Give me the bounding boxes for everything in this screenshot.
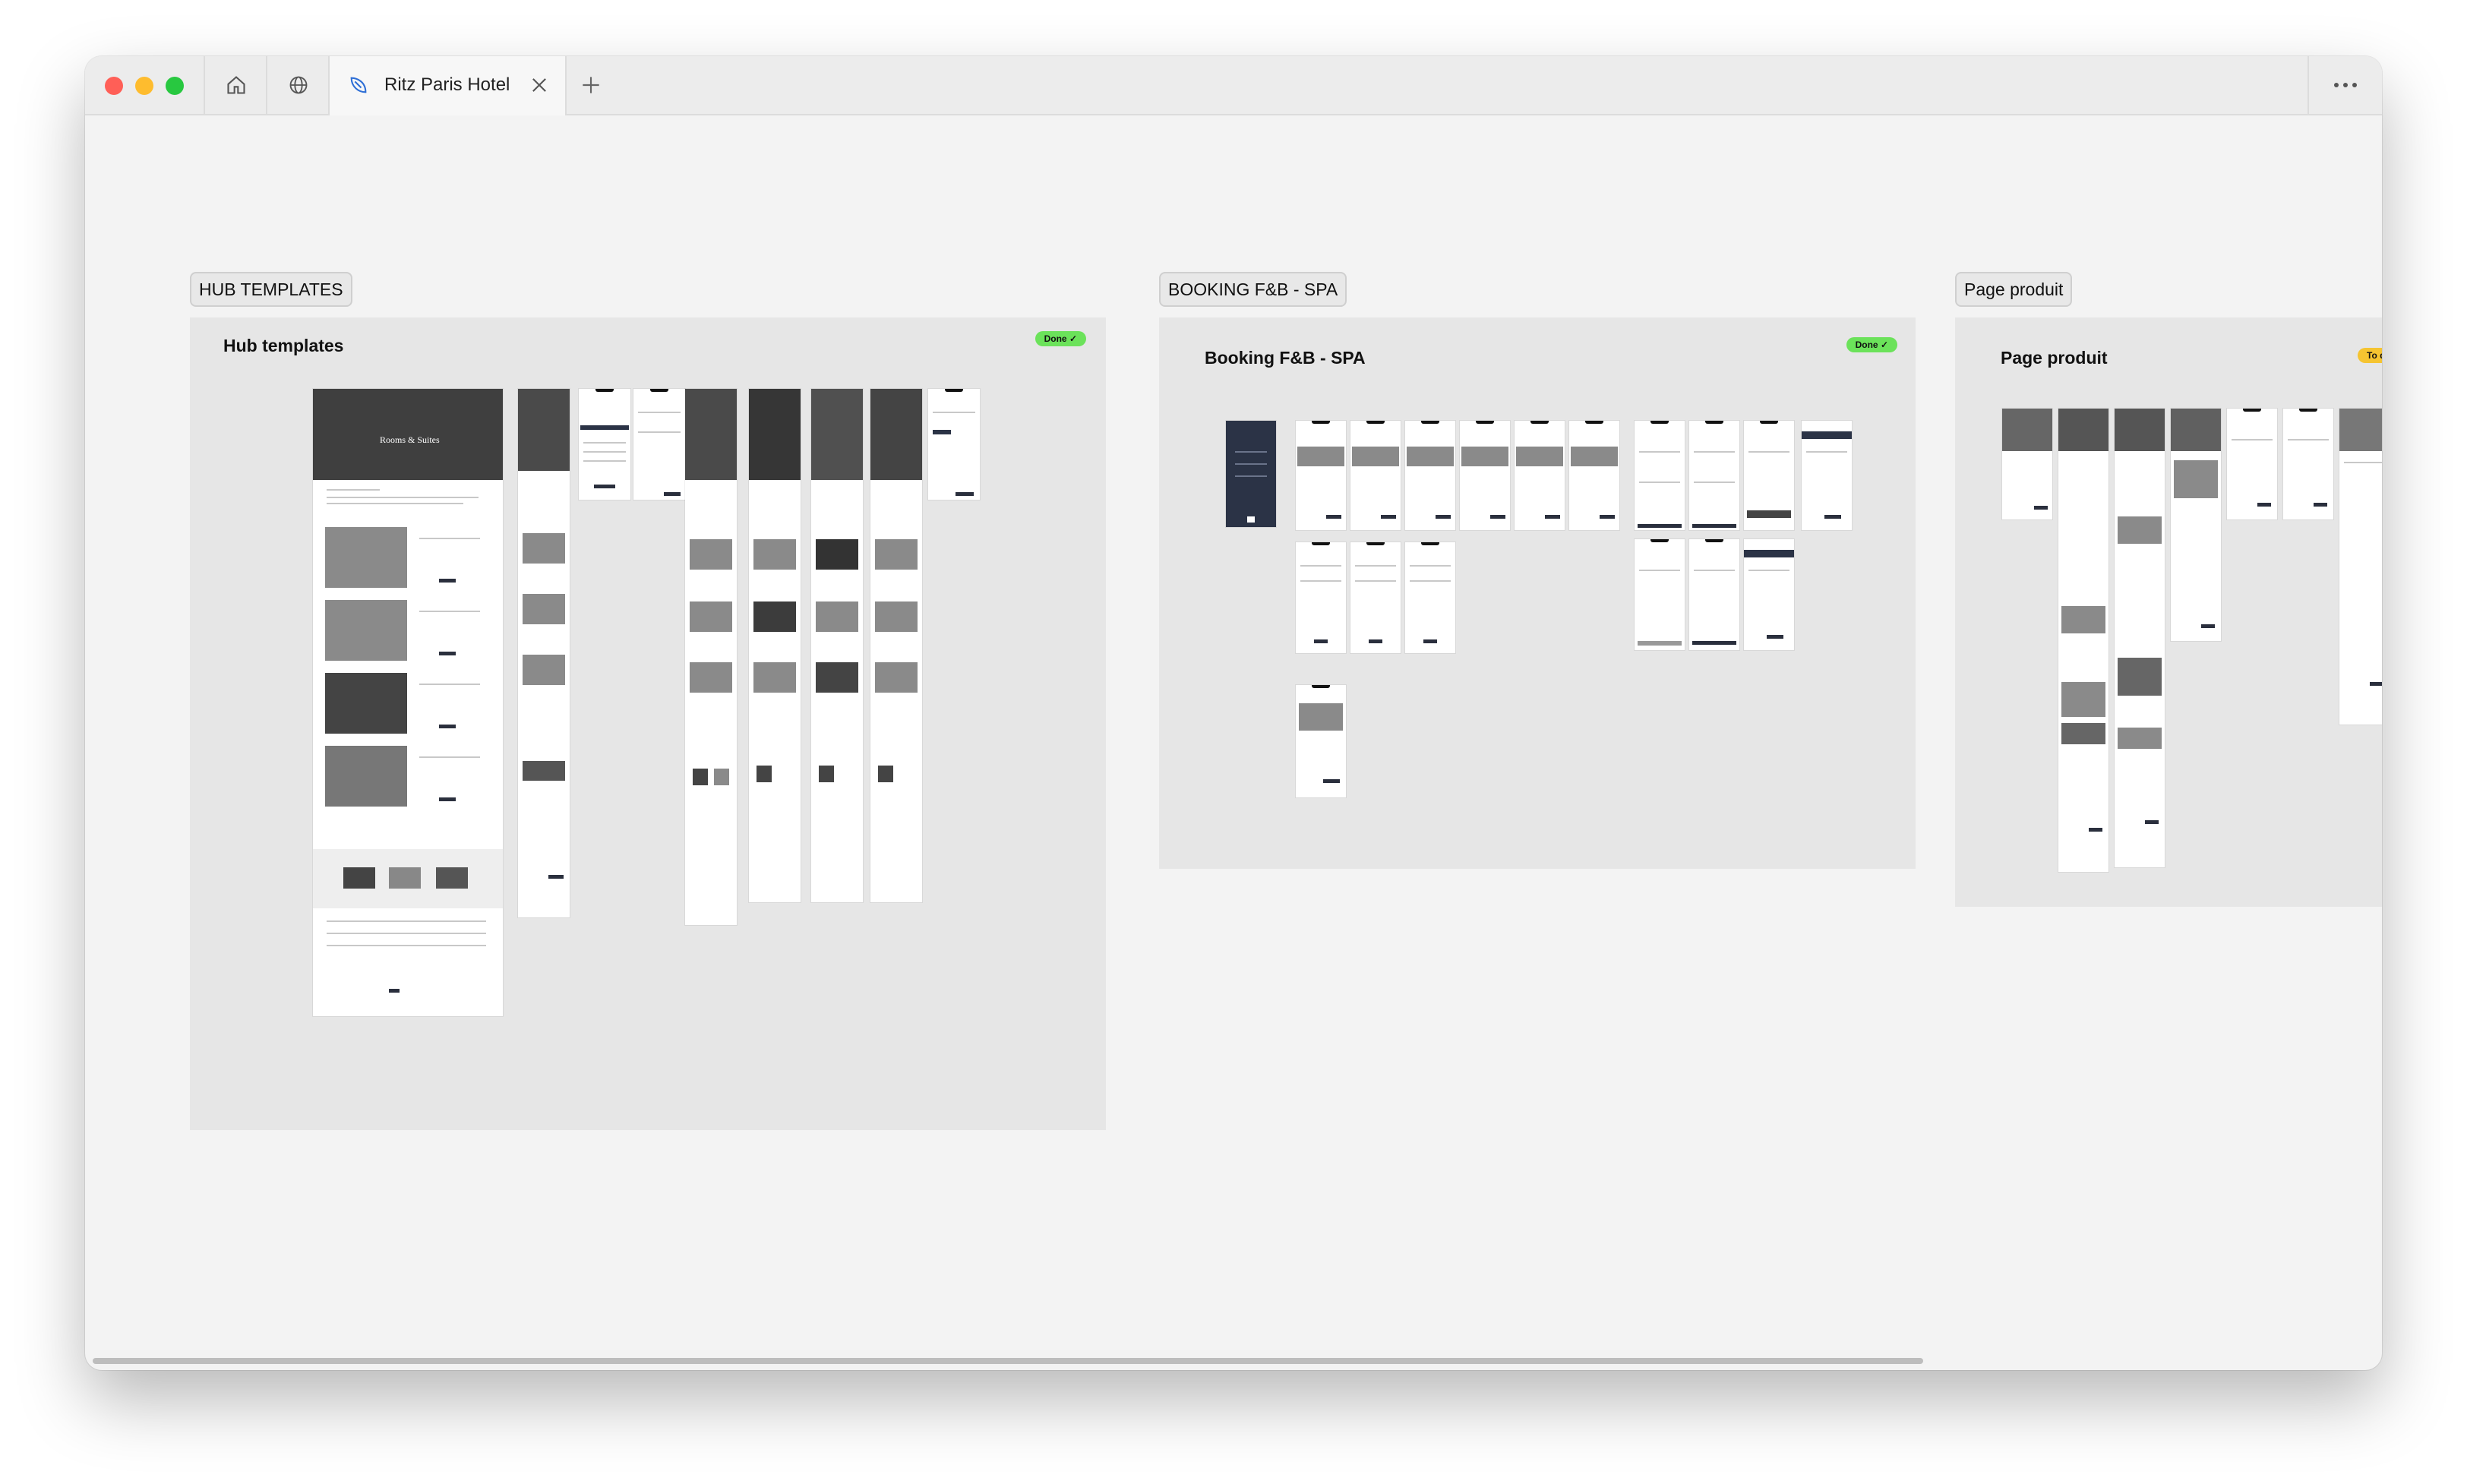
minimize-window-button[interactable] <box>135 77 153 95</box>
design-canvas[interactable]: HUB TEMPLATES Hub templates Done ✓ Rooms… <box>85 114 2382 1370</box>
mobile-thumbnail[interactable] <box>2227 409 2277 519</box>
mobile-thumbnail[interactable] <box>1405 421 1455 530</box>
mobile-thumbnail[interactable] <box>1744 421 1794 530</box>
more-button[interactable] <box>2307 56 2382 114</box>
board-title: Page produit <box>2001 348 2108 368</box>
more-icon <box>2334 83 2357 87</box>
mobile-thumbnail[interactable] <box>1350 421 1401 530</box>
mobile-thumbnail[interactable] <box>811 389 863 902</box>
mobile-thumbnail[interactable] <box>928 389 980 500</box>
home-icon <box>227 76 245 94</box>
horizontal-scrollbar[interactable] <box>93 1358 1923 1364</box>
mobile-thumbnail[interactable] <box>1802 421 1852 530</box>
status-badge: Done ✓ <box>1034 331 1086 346</box>
mobile-thumbnail[interactable] <box>1689 421 1739 530</box>
mobile-thumbnail[interactable] <box>1635 421 1685 530</box>
mobile-thumbnail[interactable] <box>1296 542 1346 653</box>
tab-title: Ritz Paris Hotel <box>384 74 510 95</box>
status-text: To do <box>2367 350 2382 361</box>
mobile-thumbnail[interactable] <box>1744 539 1794 650</box>
mobile-thumbnail[interactable] <box>1226 421 1276 527</box>
browser-window: Ritz Paris Hotel HUB TEMPLATES Hub templ… <box>85 56 2382 1370</box>
mobile-thumbnail[interactable] <box>2058 409 2108 872</box>
mobile-thumbnail[interactable] <box>1350 542 1401 653</box>
mobile-thumbnail[interactable] <box>1689 539 1739 650</box>
mobile-thumbnail[interactable] <box>2283 409 2333 519</box>
mobile-thumbnail[interactable] <box>633 389 685 500</box>
mobile-thumbnail[interactable] <box>1515 421 1565 530</box>
close-icon[interactable] <box>529 74 550 96</box>
status-badge: Done ✓ <box>1846 337 1897 352</box>
section-label-page-produit[interactable]: Page produit <box>1955 272 2073 307</box>
title-bar: Ritz Paris Hotel <box>85 56 2382 115</box>
plus-icon[interactable] <box>579 73 603 97</box>
close-window-button[interactable] <box>105 77 123 95</box>
board-title: Booking F&B - SPA <box>1205 348 1366 368</box>
tab-logo-icon <box>350 77 367 93</box>
home-button[interactable] <box>204 56 267 114</box>
globe-button[interactable] <box>266 56 330 114</box>
mobile-thumbnail[interactable] <box>1569 421 1619 530</box>
active-tab[interactable]: Ritz Paris Hotel <box>328 56 567 115</box>
mobile-thumbnail[interactable] <box>1460 421 1510 530</box>
mobile-thumbnail[interactable] <box>1296 685 1346 797</box>
globe-icon <box>289 76 308 94</box>
board-hub-templates[interactable]: Hub templates Done ✓ Rooms & Suites <box>190 317 1106 1130</box>
mobile-thumbnail[interactable] <box>749 389 801 902</box>
status-text: Done <box>1044 333 1067 344</box>
mobile-thumbnail[interactable] <box>2171 409 2221 641</box>
zoom-window-button[interactable] <box>166 77 184 95</box>
status-text: Done <box>1855 339 1878 350</box>
board-booking[interactable]: Booking F&B - SPA Done ✓ <box>1159 317 1916 869</box>
mobile-thumbnail[interactable] <box>685 389 737 925</box>
page-thumbnail[interactable]: Rooms & Suites <box>313 389 503 1016</box>
section-label-hub-templates[interactable]: HUB TEMPLATES <box>190 272 352 307</box>
hero-title: Rooms & Suites <box>380 434 440 445</box>
mobile-thumbnail[interactable] <box>1296 421 1346 530</box>
mobile-thumbnail[interactable] <box>1635 539 1685 650</box>
mobile-thumbnail[interactable] <box>1405 542 1455 653</box>
section-label-booking[interactable]: BOOKING F&B - SPA <box>1159 272 1347 307</box>
mobile-thumbnail[interactable] <box>870 389 922 902</box>
mobile-thumbnail[interactable] <box>2339 409 2382 725</box>
mobile-thumbnail[interactable] <box>518 389 570 917</box>
board-page-produit[interactable]: Page produit To do <box>1955 317 2382 907</box>
board-title: Hub templates <box>223 336 344 355</box>
mobile-thumbnail[interactable] <box>2002 409 2052 519</box>
status-badge: To do <box>2358 348 2382 363</box>
mobile-thumbnail[interactable] <box>2115 409 2165 867</box>
mobile-thumbnail[interactable] <box>579 389 630 500</box>
